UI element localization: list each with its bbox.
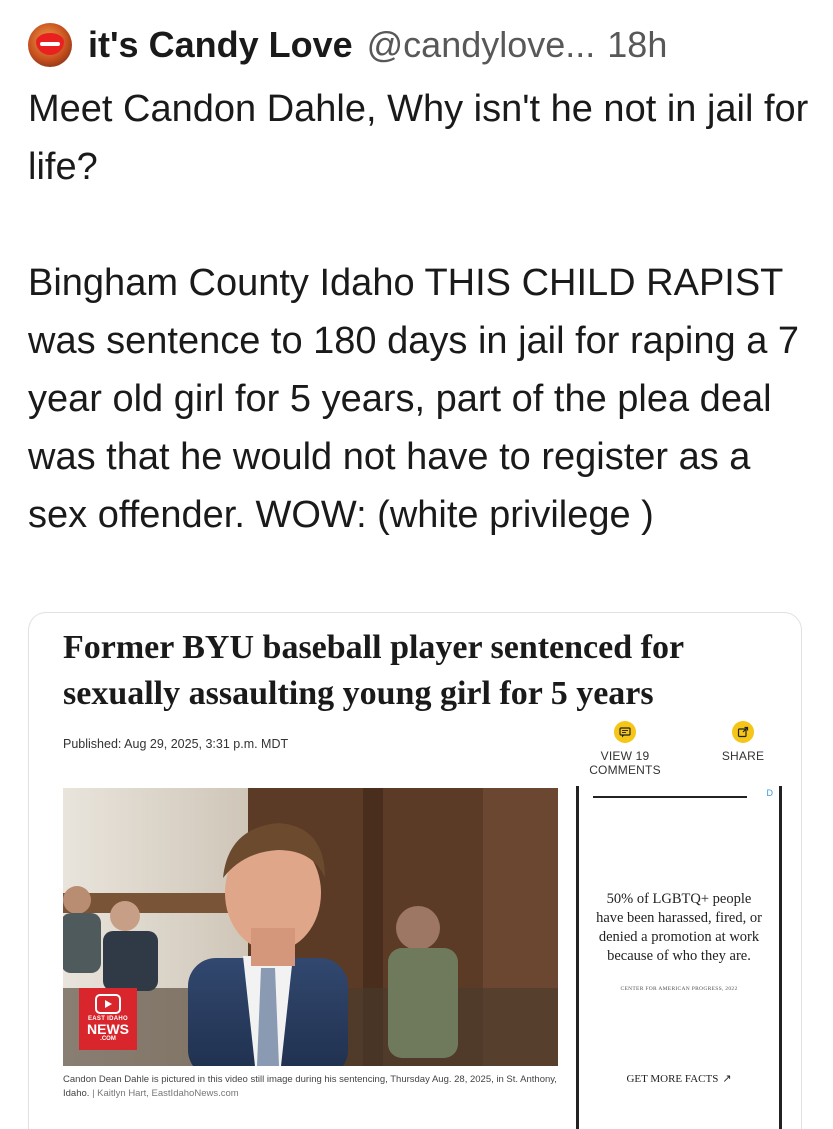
share-label: SHARE (721, 749, 765, 763)
share-button[interactable]: SHARE (713, 721, 773, 763)
social-post: it's Candy Love @candylove... 18h Meet C… (0, 0, 833, 1129)
published-date: Published: Aug 29, 2025, 3:31 p.m. MDT (63, 737, 289, 751)
article-photo[interactable] (63, 788, 558, 1066)
avatar[interactable] (28, 23, 72, 67)
post-text-paragraph: Meet Candon Dahle, Why isn't he not in j… (28, 88, 809, 188)
caption-credit: | Kaitlyn Hart, EastIdahoNews.com (92, 1088, 239, 1099)
article-screenshot[interactable]: Former BYU baseball player sentenced for… (28, 612, 802, 1129)
article-headline: Former BYU baseball player sentenced for… (63, 629, 684, 712)
post-body: Meet Candon Dahle, Why isn't he not in j… (28, 80, 818, 544)
lips-icon (36, 33, 64, 55)
ad-source: CENTER FOR AMERICAN PROGRESS, 2022 (620, 986, 738, 992)
ad-message: 50% of LGBTQ+ people have been harassed,… (596, 891, 762, 964)
post-header: it's Candy Love @candylove... 18h (28, 20, 667, 70)
logo-line-2: NEWS (87, 1021, 129, 1037)
advertisement[interactable]: D 50% of LGBTQ+ people have been harasse… (576, 786, 782, 1129)
ad-cta-link[interactable]: GET MORE FACTS ↗ (593, 1072, 765, 1085)
post-timestamp[interactable]: 18h (607, 24, 667, 66)
east-idaho-news-logo: EAST IDAHO NEWS .COM (79, 988, 137, 1050)
user-handle[interactable]: @candylove... (367, 24, 596, 66)
post-text-paragraph: Bingham County Idaho THIS CHILD RAPIST w… (28, 262, 800, 536)
view-comments-button[interactable]: VIEW 19 COMMENTS (565, 721, 685, 777)
arrow-up-right-icon: ↗ (722, 1073, 732, 1085)
ad-cta-label: GET MORE FACTS (626, 1073, 719, 1085)
ad-choices-icon[interactable]: D (767, 788, 774, 798)
display-name[interactable]: it's Candy Love (88, 24, 353, 66)
comment-icon (614, 721, 636, 743)
ad-divider (593, 796, 747, 798)
photo-caption: Candon Dean Dahle is pictured in this vi… (63, 1073, 563, 1101)
play-icon (95, 994, 121, 1014)
share-icon (732, 721, 754, 743)
view-comments-label: VIEW 19 COMMENTS (589, 749, 661, 777)
